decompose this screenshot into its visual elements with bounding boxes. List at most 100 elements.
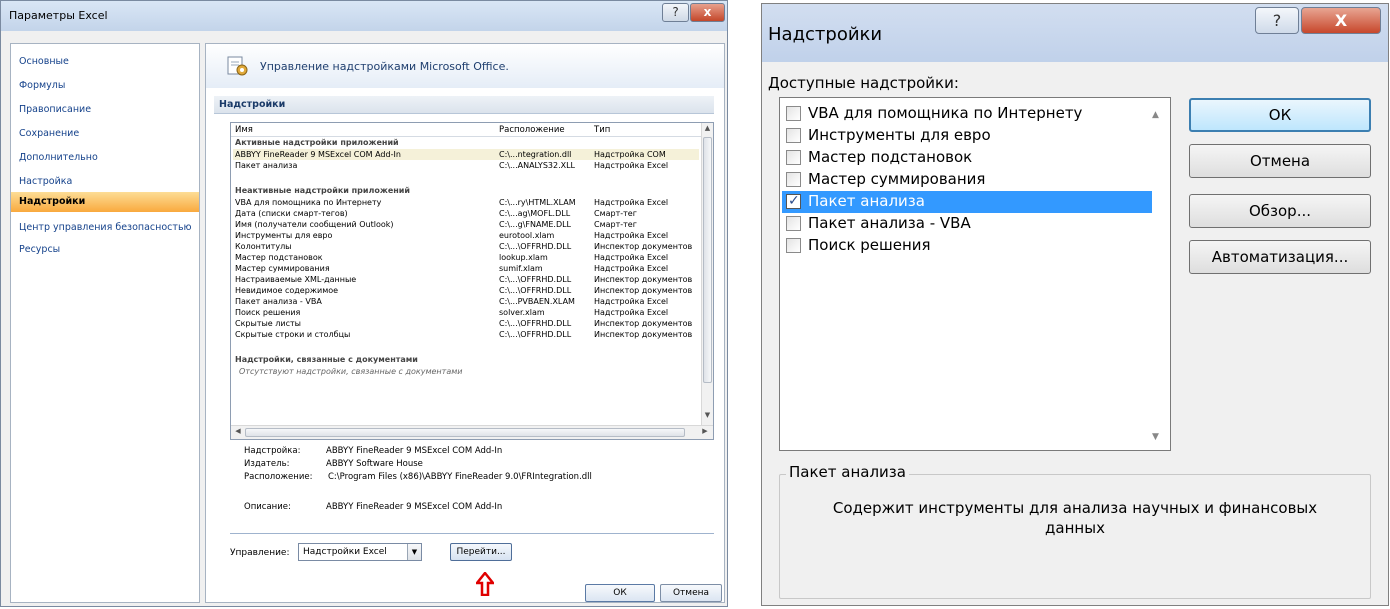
- checkbox[interactable]: [786, 216, 801, 231]
- addins-titlebar: Надстройки ? X: [762, 4, 1388, 62]
- help-button[interactable]: ?: [1255, 7, 1299, 34]
- details-publisher-value: ABBYY Software House: [326, 459, 423, 469]
- description-text: Содержит инструменты для анализа научных…: [832, 499, 1318, 537]
- table-row[interactable]: Невидимое содержимое C:\...\OFFRHD.DLL Инс…: [233, 285, 699, 296]
- main-header: Управление надстройками Microsoft Office…: [206, 44, 724, 88]
- group-document: Надстройки, связанные с документами: [235, 355, 418, 364]
- available-addins-list[interactable]: VBA для помощника по Интернету Инструмен…: [779, 97, 1171, 451]
- table-row[interactable]: VBA для помощника по Интернету C:\...ry\H…: [233, 197, 699, 208]
- sidebar-item-formulas[interactable]: Формулы: [11, 76, 199, 96]
- details-publisher-label: Издатель:: [244, 459, 290, 469]
- table-row[interactable]: Мастер суммирования sumif.xlam Надстройка …: [233, 263, 699, 274]
- sidebar-item-proofing[interactable]: Правописание: [11, 100, 199, 120]
- scroll-left-icon[interactable]: ◀: [232, 427, 244, 435]
- list-item[interactable]: VBA для помощника по Интернету: [782, 103, 1152, 125]
- group-inactive: Неактивные надстройки приложений: [235, 186, 410, 195]
- table-row[interactable]: Пакет анализа - VBA C:\...PVBAEN.XLAM Надс…: [233, 296, 699, 307]
- addins-section-title: Надстройки: [214, 96, 714, 114]
- excel-options-window: Параметры Excel ? x Основные Формулы Пра…: [0, 0, 728, 607]
- table-row[interactable]: Инструменты для евро eurotool.xlam Надстро…: [233, 230, 699, 241]
- list-item[interactable]: Поиск решения: [782, 235, 1152, 257]
- checkbox[interactable]: [786, 128, 801, 143]
- scroll-up-icon[interactable]: ▲: [1152, 110, 1159, 120]
- scroll-down-icon[interactable]: ▼: [1152, 432, 1159, 442]
- options-main-panel: Управление надстройками Microsoft Office…: [205, 43, 725, 603]
- ok-button[interactable]: ОК: [1189, 98, 1371, 132]
- sidebar-item-customize[interactable]: Настройка: [11, 172, 199, 192]
- hscroll-thumb[interactable]: [245, 428, 685, 437]
- table-row[interactable]: Мастер подстановок lookup.xlam Надстройка …: [233, 252, 699, 263]
- checkbox[interactable]: [786, 150, 801, 165]
- cancel-button[interactable]: Отмена: [1189, 144, 1371, 178]
- addins-list[interactable]: Имя Расположение Тип Активные надстройки…: [230, 122, 714, 440]
- available-addins-label: Доступные надстройки:: [768, 74, 959, 92]
- red-arrow-icon: [476, 572, 494, 596]
- table-row[interactable]: ABBYY FineReader 9 MSExcel COM Add-In C:\…: [233, 149, 699, 160]
- list-item[interactable]: Инструменты для евро: [782, 125, 1152, 147]
- list-header: Имя Расположение Тип: [231, 123, 701, 137]
- table-row[interactable]: Колонтитулы C:\...\OFFRHD.DLL Инспектор до…: [233, 241, 699, 252]
- manage-select[interactable]: Надстройки Excel ▼: [298, 543, 422, 561]
- main-header-title: Управление надстройками Microsoft Office…: [260, 60, 509, 73]
- table-row[interactable]: Поиск решения solver.xlam Надстройка Excel: [233, 307, 699, 318]
- scroll-up-icon[interactable]: ▲: [702, 124, 713, 136]
- table-row[interactable]: Скрытые строки и столбцы C:\...\OFFRHD.DL…: [233, 329, 699, 340]
- checkbox[interactable]: [786, 238, 801, 253]
- separator: [230, 533, 714, 534]
- sidebar-item-advanced[interactable]: Дополнительно: [11, 148, 199, 168]
- table-row[interactable]: Дата (списки смарт-тегов) C:\...ag\MOFL.D…: [233, 208, 699, 219]
- dropdown-arrow-icon[interactable]: ▼: [407, 544, 421, 560]
- list-item[interactable]: Мастер суммирования: [782, 169, 1152, 191]
- description-title: Пакет анализа: [786, 463, 909, 481]
- sidebar-item-basic[interactable]: Основные: [11, 52, 199, 72]
- details-addin-value: ABBYY FineReader 9 MSExcel COM Add-In: [326, 446, 503, 456]
- options-sidebar: Основные Формулы Правописание Сохранение…: [10, 43, 200, 603]
- scroll-thumb[interactable]: [703, 137, 712, 383]
- sidebar-item-resources[interactable]: Ресурсы: [11, 240, 199, 260]
- options-title: Параметры Excel: [9, 9, 108, 22]
- table-row[interactable]: Имя (получатели сообщений Outlook) C:\...…: [233, 219, 699, 230]
- column-name[interactable]: Имя: [235, 125, 253, 135]
- addin-details: Надстройка: ABBYY FineReader 9 MSExcel C…: [244, 446, 714, 526]
- close-button[interactable]: x: [690, 3, 725, 22]
- cancel-button[interactable]: Отмена: [660, 584, 722, 602]
- list-item[interactable]: Пакет анализа - VBA: [782, 213, 1152, 235]
- browse-button[interactable]: Обзор...: [1189, 194, 1371, 228]
- details-addin-label: Надстройка:: [244, 446, 301, 456]
- details-desc-value: ABBYY FineReader 9 MSExcel COM Add-In: [326, 502, 503, 512]
- addin-gear-icon: [227, 56, 248, 76]
- table-row[interactable]: Пакет анализа C:\...ANALYS32.XLL Надстройк…: [233, 160, 699, 171]
- checkbox[interactable]: [786, 172, 801, 187]
- column-location[interactable]: Расположение: [499, 125, 565, 135]
- automation-button[interactable]: Автоматизация...: [1189, 240, 1371, 274]
- table-row[interactable]: Настраиваемые XML-данные C:\...\OFFRHD.DL…: [233, 274, 699, 285]
- column-type[interactable]: Тип: [594, 125, 610, 135]
- checkbox[interactable]: [786, 106, 801, 121]
- details-desc-label: Описание:: [244, 502, 291, 512]
- options-titlebar: Параметры Excel ? x: [1, 1, 727, 31]
- checkbox-checked[interactable]: ✓: [786, 193, 801, 209]
- table-row[interactable]: Скрытые листы C:\...\OFFRHD.DLL Инспектор …: [233, 318, 699, 329]
- details-location-label: Расположение:: [244, 472, 313, 482]
- close-button[interactable]: X: [1301, 7, 1381, 34]
- sidebar-item-addins[interactable]: Надстройки: [11, 192, 199, 212]
- details-location-value: C:\Program Files (x86)\ABBYY FineReader …: [328, 472, 592, 482]
- ok-button[interactable]: ОК: [585, 584, 655, 602]
- group-active: Активные надстройки приложений: [235, 138, 399, 147]
- manage-label: Управление:: [230, 548, 290, 558]
- manage-select-value: Надстройки Excel: [303, 547, 387, 557]
- list-item-selected[interactable]: ✓ Пакет анализа: [782, 191, 1152, 213]
- document-addins-empty: Отсутствуют надстройки, связанные с доку…: [239, 367, 463, 376]
- go-button[interactable]: Перейти...: [450, 543, 512, 561]
- help-button[interactable]: ?: [662, 3, 689, 22]
- scroll-down-icon[interactable]: ▼: [702, 411, 713, 423]
- addins-title: Надстройки: [768, 24, 883, 45]
- sidebar-item-trust-center[interactable]: Центр управления безопасностью: [11, 218, 199, 238]
- horizontal-scrollbar[interactable]: ◀ ▶: [231, 425, 713, 439]
- list-item[interactable]: Мастер подстановок: [782, 147, 1152, 169]
- vertical-scrollbar[interactable]: ▲ ▼: [701, 123, 713, 425]
- addins-dialog: Надстройки ? X Доступные надстройки: VBA…: [761, 3, 1389, 606]
- scroll-right-icon[interactable]: ▶: [699, 427, 711, 435]
- checkmark-icon: ✓: [788, 193, 800, 209]
- sidebar-item-save[interactable]: Сохранение: [11, 124, 199, 144]
